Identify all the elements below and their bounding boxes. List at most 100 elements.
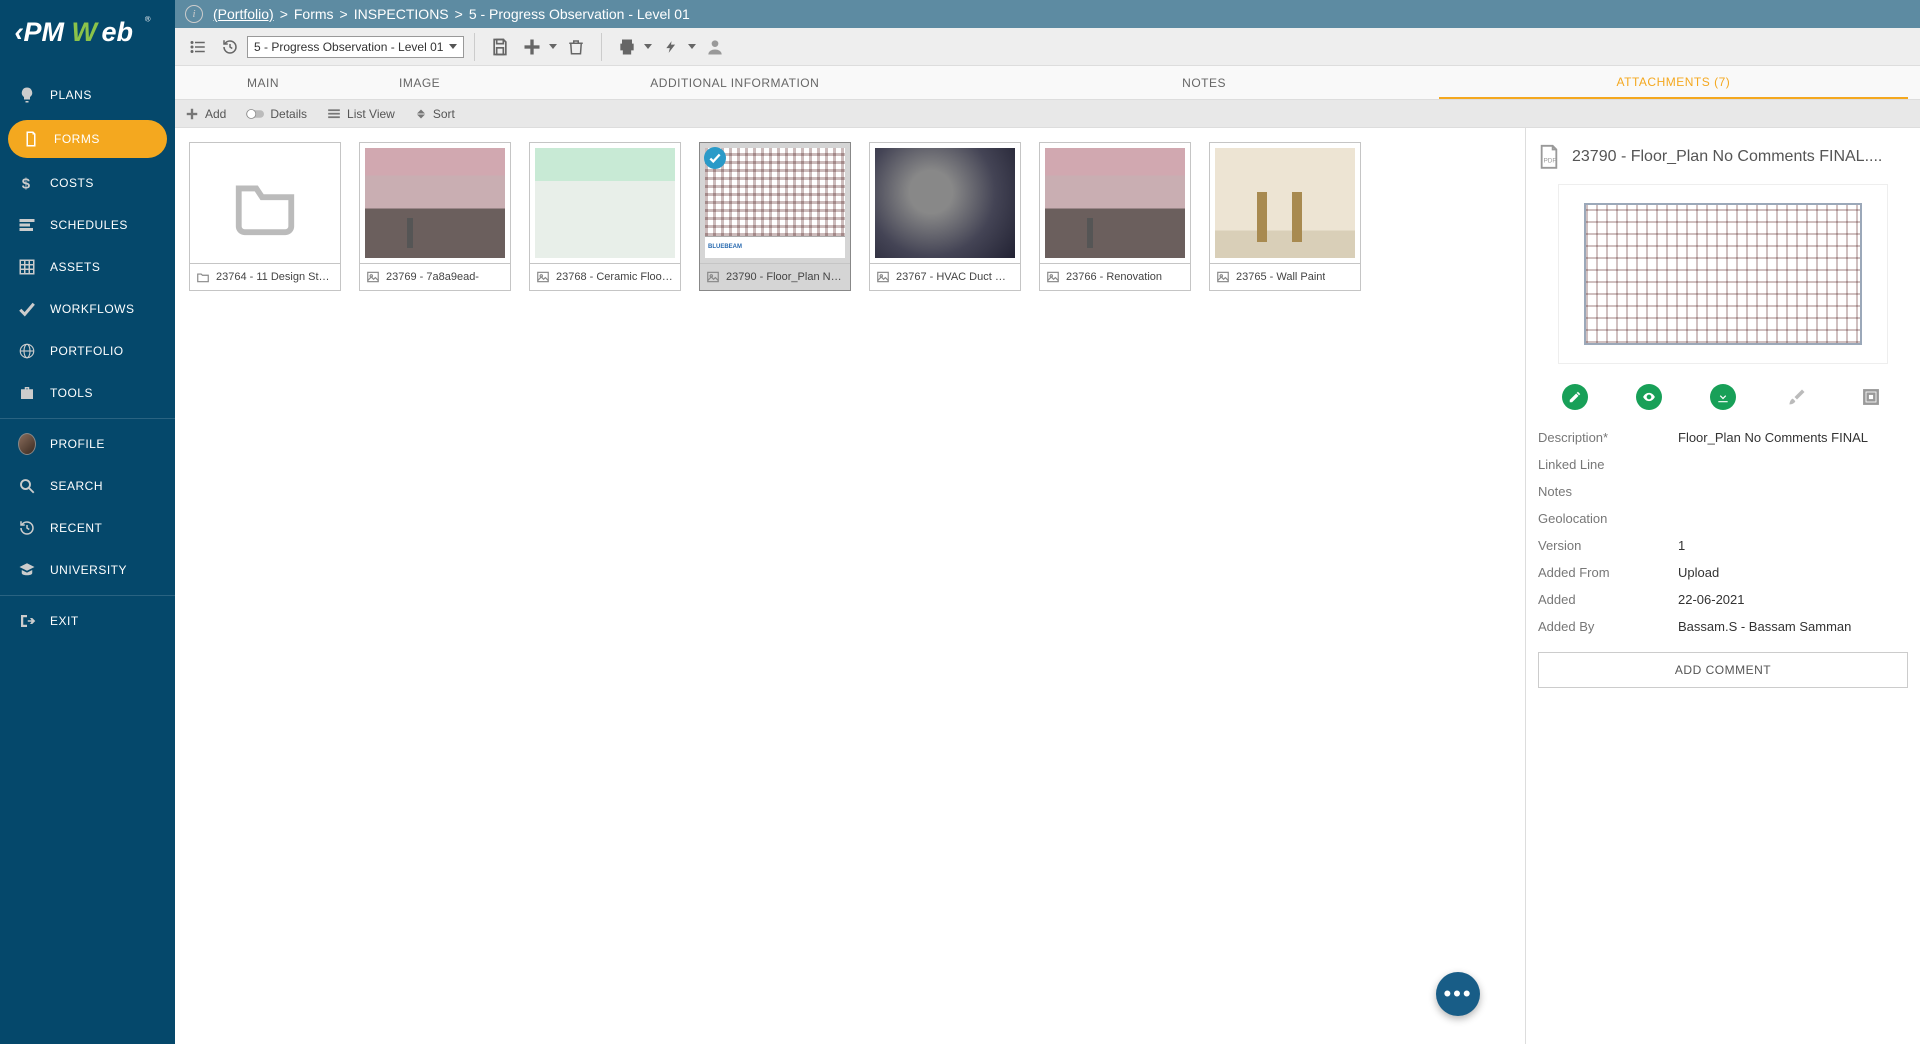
- attachment-card[interactable]: 23766 - Renovation: [1039, 142, 1191, 291]
- tab-additional[interactable]: ADDITIONAL INFORMATION: [500, 66, 969, 99]
- breadcrumb-part[interactable]: INSPECTIONS: [354, 6, 449, 22]
- action-button[interactable]: [656, 32, 686, 62]
- nav-tools[interactable]: TOOLS: [0, 372, 175, 414]
- nav-assets[interactable]: ASSETS: [0, 246, 175, 288]
- card-label: 23790 - Floor_Plan No Com...: [726, 271, 844, 283]
- breadcrumb-root[interactable]: (Portfolio): [213, 6, 274, 22]
- attachment-card-selected[interactable]: BLUEBEAM 23790 - Floor_Plan No Com...: [699, 142, 851, 291]
- nav-label: UNIVERSITY: [50, 563, 127, 577]
- record-selector[interactable]: 5 - Progress Observation - Level 01: [247, 36, 464, 58]
- nav-plans[interactable]: PLANS: [0, 74, 175, 116]
- add-attachment-label: Add: [205, 107, 226, 121]
- info-icon[interactable]: i: [185, 5, 203, 23]
- field-label: Added: [1538, 592, 1678, 607]
- svg-text:$: $: [22, 175, 31, 192]
- image-thumbnail: [1215, 148, 1355, 258]
- save-button[interactable]: [485, 32, 515, 62]
- action-dropdown[interactable]: [686, 44, 698, 49]
- list-view-label: List View: [347, 107, 395, 121]
- nav-workflows[interactable]: WORKFLOWS: [0, 288, 175, 330]
- nav-label: PROFILE: [50, 437, 105, 451]
- attachment-card[interactable]: 23767 - HVAC Duct Work: [869, 142, 1021, 291]
- attachments-toolbar: Add Details List View Sort: [175, 100, 1920, 128]
- add-attachment-button[interactable]: Add: [185, 107, 226, 121]
- pdf-icon: PDF: [1538, 144, 1560, 170]
- nav-profile[interactable]: PROFILE: [0, 423, 175, 465]
- tab-notes[interactable]: NOTES: [969, 66, 1438, 99]
- download-action[interactable]: [1710, 384, 1736, 410]
- user-button[interactable]: [700, 32, 730, 62]
- nav-search[interactable]: SEARCH: [0, 465, 175, 507]
- grid-icon: [18, 258, 36, 276]
- attachment-card[interactable]: 23768 - Ceramic Floor Tiling: [529, 142, 681, 291]
- list-toggle-button[interactable]: [183, 32, 213, 62]
- image-small-icon: [536, 270, 550, 284]
- nav-schedules[interactable]: SCHEDULES: [0, 204, 175, 246]
- attachment-card[interactable]: 23764 - 11 Design Stage: [189, 142, 341, 291]
- view-action[interactable]: [1636, 384, 1662, 410]
- field-value: 1: [1678, 538, 1685, 553]
- field-label: Geolocation: [1538, 511, 1678, 526]
- field-label: Notes: [1538, 484, 1678, 499]
- field-value: Upload: [1678, 565, 1719, 580]
- image-small-icon: [1046, 270, 1060, 284]
- add-dropdown[interactable]: [547, 44, 559, 49]
- sidebar: ‹PMWeb® PLANS FORMS $ COSTS SCHEDULES AS…: [0, 0, 175, 1044]
- attachment-card[interactable]: 23769 - 7a8a9ead-: [359, 142, 511, 291]
- nav-label: SEARCH: [50, 479, 103, 493]
- list-view-button[interactable]: List View: [327, 107, 395, 121]
- nav-university[interactable]: UNIVERSITY: [0, 549, 175, 591]
- folder-icon: [225, 168, 305, 238]
- pdf-thumbnail: BLUEBEAM: [705, 148, 845, 258]
- briefcase-icon: [18, 384, 36, 402]
- attachment-card[interactable]: 23765 - Wall Paint: [1209, 142, 1361, 291]
- tab-main[interactable]: MAIN: [187, 66, 339, 99]
- field-value: 22-06-2021: [1678, 592, 1745, 607]
- brush-action[interactable]: [1784, 384, 1810, 410]
- nav-label: PORTFOLIO: [50, 344, 124, 358]
- nav-recent[interactable]: RECENT: [0, 507, 175, 549]
- print-dropdown[interactable]: [642, 44, 654, 49]
- add-button[interactable]: [517, 32, 547, 62]
- tab-image[interactable]: IMAGE: [339, 66, 500, 99]
- globe-icon: [18, 342, 36, 360]
- detail-preview[interactable]: [1558, 184, 1888, 364]
- nav-label: ASSETS: [50, 260, 100, 274]
- bluebeam-watermark: BLUEBEAM: [708, 244, 742, 250]
- svg-text:‹PM: ‹PM: [14, 17, 64, 47]
- print-button[interactable]: [612, 32, 642, 62]
- add-comment-button[interactable]: ADD COMMENT: [1538, 652, 1908, 688]
- card-label: 23764 - 11 Design Stage: [216, 271, 334, 283]
- tab-attachments[interactable]: ATTACHMENTS (7): [1439, 66, 1908, 99]
- nav-exit[interactable]: EXIT: [0, 600, 175, 642]
- sort-button[interactable]: Sort: [415, 107, 455, 121]
- crop-action[interactable]: [1858, 384, 1884, 410]
- field-label: Description*: [1538, 430, 1678, 445]
- details-toggle-label: Details: [270, 107, 307, 121]
- field-label: Added By: [1538, 619, 1678, 634]
- svg-text:W: W: [71, 17, 99, 47]
- svg-text:eb: eb: [101, 17, 133, 47]
- nav-label: RECENT: [50, 521, 102, 535]
- nav-costs[interactable]: $ COSTS: [0, 162, 175, 204]
- breadcrumb-part[interactable]: Forms: [294, 6, 334, 22]
- image-thumbnail: [365, 148, 505, 258]
- svg-text:PDF: PDF: [1543, 157, 1556, 164]
- image-thumbnail: [1045, 148, 1185, 258]
- lightbulb-icon: [18, 86, 36, 104]
- attachments-gallery: 23764 - 11 Design Stage 23769 - 7a8a9ead…: [175, 128, 1525, 1044]
- nav-forms[interactable]: FORMS: [8, 120, 167, 158]
- floating-more-button[interactable]: •••: [1436, 972, 1480, 1016]
- field-label: Linked Line: [1538, 457, 1678, 472]
- history-button[interactable]: [215, 32, 245, 62]
- details-toggle[interactable]: Details: [246, 107, 307, 121]
- delete-button[interactable]: [561, 32, 591, 62]
- image-small-icon: [876, 270, 890, 284]
- search-icon: [18, 477, 36, 495]
- edit-action[interactable]: [1562, 384, 1588, 410]
- image-small-icon: [366, 270, 380, 284]
- nav-portfolio[interactable]: PORTFOLIO: [0, 330, 175, 372]
- breadcrumb-part: 5 - Progress Observation - Level 01: [469, 6, 690, 22]
- card-label: 23767 - HVAC Duct Work: [896, 271, 1014, 283]
- image-small-icon: [706, 270, 720, 284]
